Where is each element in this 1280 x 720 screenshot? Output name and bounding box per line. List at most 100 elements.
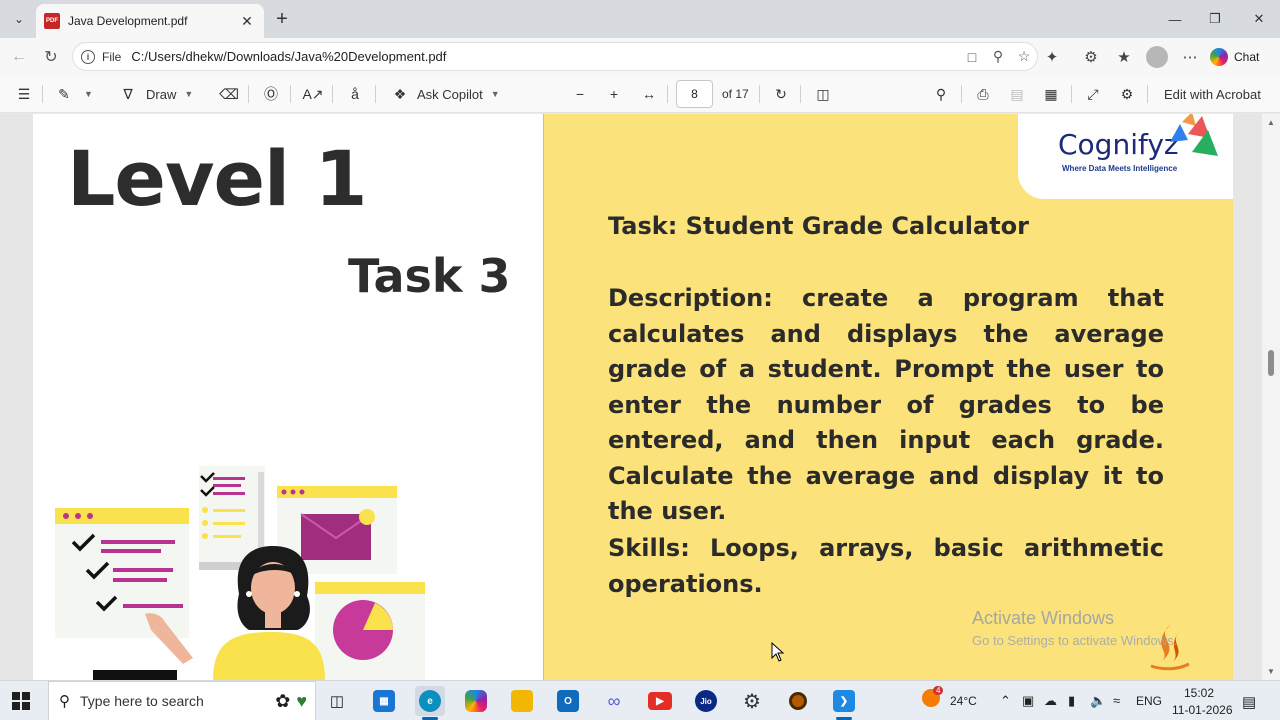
scroll-down-icon[interactable]: ▼ <box>1267 667 1275 676</box>
pdf-settings-button[interactable]: ⚙ <box>1115 82 1139 106</box>
weather-badge: 4 <box>933 686 944 695</box>
clock-time[interactable]: 15:02 <box>1184 686 1214 700</box>
link-app-button[interactable]: ∞ <box>599 686 629 716</box>
tab-java-development[interactable]: PDF Java Development.pdf ✕ <box>36 4 264 38</box>
more-options-icon[interactable]: ⋯ <box>1178 45 1202 69</box>
youtube-button[interactable]: ▶ <box>645 686 675 716</box>
gear-icon: ⚙ <box>743 690 761 713</box>
close-window-icon[interactable]: ✕ <box>1247 8 1271 30</box>
favorites-icon[interactable]: ★ <box>1112 45 1136 69</box>
store-icon: ▦ <box>373 690 395 712</box>
language-indicator[interactable]: ENG <box>1136 694 1162 708</box>
text-format-button[interactable]: A↗ <box>301 82 325 106</box>
copilot-app-button[interactable] <box>461 686 491 716</box>
copilot-chat-button[interactable]: Chat <box>1210 45 1259 69</box>
minimize-icon[interactable]: — <box>1163 8 1187 30</box>
read-aloud-icon[interactable]: □ <box>959 44 985 70</box>
fit-page-button[interactable]: ↔ <box>637 82 661 106</box>
battery-icon[interactable]: ▮ <box>1068 693 1075 709</box>
contents-button[interactable]: ☰ <box>12 82 36 106</box>
activate-windows-title: Activate Windows <box>972 608 1115 628</box>
chevron-down-icon: ▼ <box>184 89 194 99</box>
scrollbar-thumb[interactable] <box>1268 350 1274 376</box>
print-button[interactable]: ⎙ <box>971 82 995 106</box>
clock-date[interactable]: 11-01-2026 <box>1172 703 1233 717</box>
page-number-input[interactable]: 8 <box>676 80 713 108</box>
text-box-icon: Ⓞ <box>264 86 278 102</box>
tab-strip: ⌄ PDF Java Development.pdf ✕ + — ❐ ✕ <box>0 0 1280 38</box>
add-text-button[interactable]: Ⓞ <box>259 82 283 106</box>
save-icon: ▤ <box>1010 85 1024 102</box>
address-bar[interactable]: i File C:/Users/dhekw/Downloads/Java%20D… <box>72 42 1038 71</box>
rotate-button[interactable]: ↻ <box>769 82 793 106</box>
address-scheme-label: File <box>102 49 122 64</box>
highlight-button[interactable]: ✎ ▼ <box>52 82 93 106</box>
list-icon: ☰ <box>17 85 31 102</box>
logo-tagline: Where Data Meets Intelligence <box>1062 164 1178 173</box>
scroll-up-icon[interactable]: ▲ <box>1267 118 1275 127</box>
taskbar-search-input[interactable]: Type here to search <box>80 693 275 709</box>
tab-actions-chevron-icon[interactable]: ⌄ <box>6 7 32 31</box>
restore-icon[interactable]: ❐ <box>1203 8 1227 30</box>
task-description: Description: create a program that calcu… <box>608 284 1164 525</box>
slide-left-panel: Level 1 Task 3 <box>33 114 543 680</box>
translate-button[interactable]: å <box>343 82 367 106</box>
save-button[interactable]: ▤ <box>1005 82 1029 106</box>
weather-temperature[interactable]: 24°C <box>950 694 977 708</box>
zoom-icon[interactable]: ⚲ <box>985 44 1011 70</box>
save-as-button[interactable]: ▦ <box>1039 82 1063 106</box>
show-hidden-icons-icon[interactable]: ⌃ <box>1000 693 1011 709</box>
edge-button[interactable]: e <box>415 686 445 720</box>
refresh-icon[interactable]: ↻ <box>40 46 62 68</box>
edit-with-acrobat-button[interactable]: Edit with Acrobat <box>1164 82 1261 106</box>
find-button[interactable]: ⚲ <box>929 82 953 106</box>
settings-button[interactable]: ⚙ <box>737 686 767 716</box>
erase-button[interactable]: ⌫ <box>217 82 241 106</box>
jio-icon: Jio <box>695 690 717 712</box>
vertical-scrollbar[interactable]: ▲ ▼ <box>1262 114 1280 680</box>
zoom-out-button[interactable]: − <box>568 82 592 106</box>
task-number-title: Task 3 <box>348 249 511 303</box>
meet-now-icon[interactable]: ▣ <box>1022 693 1034 709</box>
recorder-button[interactable] <box>783 686 813 716</box>
copilot-icon <box>465 690 487 712</box>
fit-width-icon: ↔ <box>642 86 656 102</box>
pdf-viewer[interactable]: Level 1 Task 3 Cognifyz Where Data Meets… <box>0 114 1280 680</box>
zoom-in-button[interactable]: + <box>602 82 626 106</box>
favorite-star-icon[interactable]: ☆ <box>1011 44 1037 70</box>
browser-essentials-icon[interactable]: ⚙ <box>1079 45 1103 69</box>
close-tab-icon[interactable]: ✕ <box>238 13 256 30</box>
url-text[interactable]: C:/Users/dhekw/Downloads/Java%20Developm… <box>131 49 959 64</box>
outlook-button[interactable]: O <box>553 686 583 716</box>
draw-button[interactable]: ∇ Draw ▼ <box>116 82 193 106</box>
jio-button[interactable]: Jio <box>691 686 721 716</box>
two-page-icon: ◫ <box>816 85 830 102</box>
cognifyz-logo-card: Cognifyz Where Data Meets Intelligence <box>1018 114 1233 199</box>
toolbar-divider <box>248 85 249 103</box>
volume-icon[interactable]: 🔈 <box>1090 693 1106 709</box>
profile-avatar[interactable] <box>1146 46 1168 68</box>
page-view-button[interactable]: ◫ <box>811 82 835 106</box>
vscode-button[interactable]: ❯ <box>829 686 859 720</box>
file-explorer-button[interactable] <box>507 686 537 716</box>
fullscreen-button[interactable]: ⤢ <box>1081 82 1105 106</box>
new-tab-icon[interactable]: + <box>270 7 294 31</box>
task-view-icon: ◫ <box>329 693 345 710</box>
search-icon: ⚲ <box>935 85 947 102</box>
task-view-button[interactable]: ◫ <box>322 686 352 716</box>
ask-copilot-button[interactable]: ❖ Ask Copilot ▼ <box>388 82 500 106</box>
microsoft-store-button[interactable]: ▦ <box>369 686 399 716</box>
info-icon[interactable]: i <box>81 49 95 64</box>
pdf-toolbar: ☰ ✎ ▼ ∇ Draw ▼ ⌫ Ⓞ A↗ å ❖ Ask Copilot ▼ − + ↔… <box>0 75 1280 113</box>
draw-label: Draw <box>146 86 177 102</box>
wifi-icon[interactable]: ≈ <box>1113 693 1120 708</box>
copilot-outline-icon: ❖ <box>393 85 407 102</box>
windows-start-icon[interactable] <box>12 692 30 710</box>
back-icon[interactable]: ← <box>8 46 30 68</box>
task-heading: Task: Student Grade Calculator <box>608 212 1029 240</box>
rotate-icon: ↻ <box>775 85 787 102</box>
onedrive-icon[interactable]: ☁ <box>1044 693 1057 709</box>
extensions-icon[interactable]: ✦ <box>1040 45 1064 69</box>
taskbar-search[interactable]: ⚲ Type here to search ✿ ♥ <box>48 681 316 720</box>
notifications-icon[interactable]: ▤ <box>1242 693 1256 711</box>
